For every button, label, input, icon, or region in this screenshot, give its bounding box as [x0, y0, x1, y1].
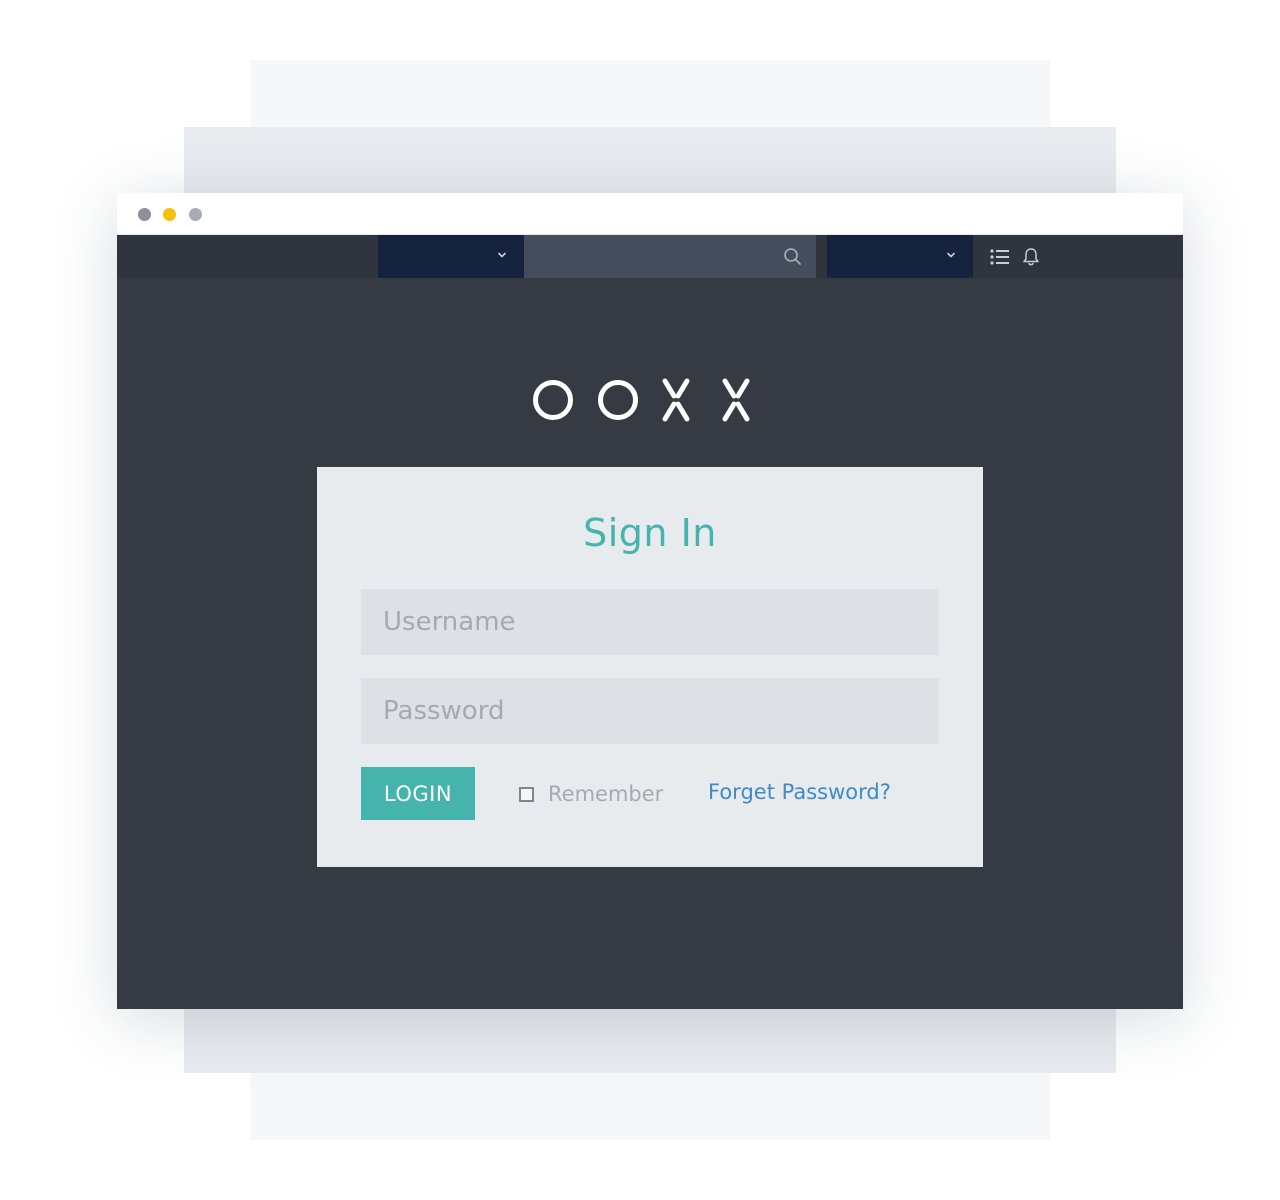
bell-icon[interactable] — [1021, 247, 1041, 267]
username-field[interactable] — [361, 589, 939, 655]
browser-window: Sign In LOGIN Remember Forget Password? — [117, 193, 1183, 1009]
login-button[interactable]: LOGIN — [361, 767, 475, 820]
password-field[interactable] — [361, 678, 939, 744]
minimize-window-button[interactable] — [163, 208, 176, 221]
close-window-button[interactable] — [138, 208, 151, 221]
remember-toggle[interactable]: Remember — [519, 780, 663, 808]
maximize-window-button[interactable] — [189, 208, 202, 221]
sign-in-title: Sign In — [583, 511, 717, 555]
nav-dropdown-1[interactable] — [378, 235, 524, 278]
chevron-down-icon — [947, 252, 955, 258]
forgot-password-link[interactable]: Forget Password? — [708, 780, 891, 804]
nav-search-field[interactable] — [524, 235, 816, 278]
ooxx-logo — [533, 378, 750, 422]
chevron-down-icon — [498, 252, 506, 258]
sign-in-card: Sign In LOGIN Remember Forget Password? — [317, 467, 983, 867]
top-navbar — [117, 235, 1183, 278]
remember-checkbox[interactable] — [519, 786, 534, 802]
remember-label: Remember — [548, 782, 664, 806]
list-icon[interactable] — [989, 247, 1011, 267]
window-titlebar — [117, 193, 1183, 235]
nav-dropdown-2[interactable] — [827, 235, 973, 278]
search-icon[interactable] — [783, 247, 802, 266]
